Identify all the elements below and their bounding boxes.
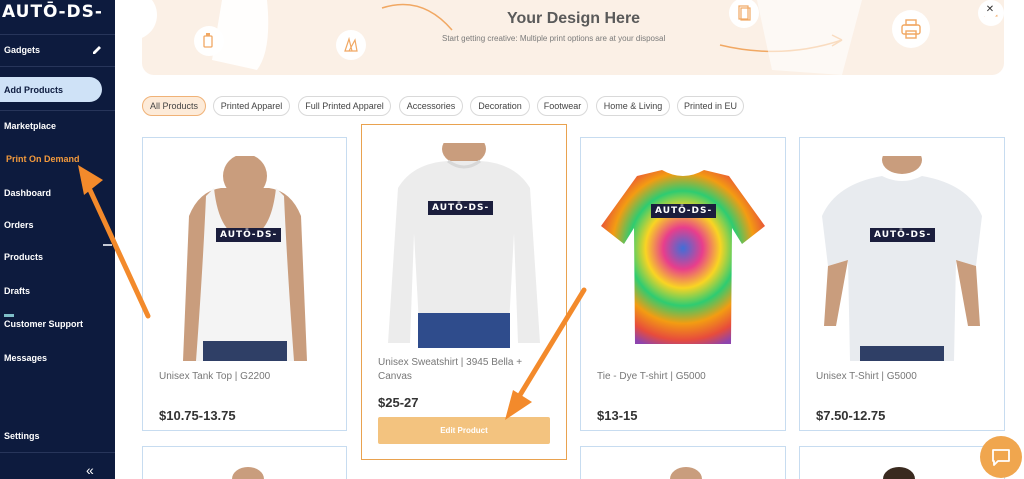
divider xyxy=(0,110,115,111)
filter-home-living[interactable]: Home & Living xyxy=(596,96,670,116)
product-name: Tie - Dye T-shirt | G5000 xyxy=(597,371,706,382)
product-card[interactable] xyxy=(580,446,786,479)
submenu-indicator xyxy=(103,244,112,246)
brand-print: AUTŌ-DS- xyxy=(651,204,717,218)
product-card-sweatshirt[interactable]: AUTŌ-DS- Unisex Sweatshirt | 3945 Bella … xyxy=(361,124,567,460)
sidebar: AUTŌ-DS- Gadgets Add Products Marketplac… xyxy=(0,0,115,479)
add-products-button[interactable]: Add Products xyxy=(0,77,102,102)
chat-icon xyxy=(992,449,1010,466)
mug-icon xyxy=(194,26,224,56)
divider xyxy=(0,66,115,67)
filter-full-printed-apparel[interactable]: Full Printed Apparel xyxy=(298,96,391,116)
product-name: Unisex Tank Top | G2200 xyxy=(159,371,271,382)
chat-button[interactable] xyxy=(980,436,1022,478)
banner-subtitle: Start getting creative: Multiple print o… xyxy=(442,34,666,43)
product-price: $10.75-13.75 xyxy=(159,408,236,423)
logo-text: AUTŌ-DS- xyxy=(2,2,103,22)
filter-printed-in-eu[interactable]: Printed in EU xyxy=(677,96,744,116)
store-name: Gadgets xyxy=(4,45,41,55)
sidebar-item-marketplace[interactable]: Marketplace xyxy=(0,118,115,134)
store-selector[interactable]: Gadgets xyxy=(0,38,115,62)
product-card[interactable] xyxy=(799,446,1005,479)
product-image: AUTŌ-DS- xyxy=(597,156,769,361)
filter-decoration[interactable]: Decoration xyxy=(470,96,530,116)
divider xyxy=(0,452,115,453)
banner-title: Your Design Here xyxy=(507,10,641,27)
sidebar-item-products[interactable]: Products xyxy=(0,249,115,265)
collapse-sidebar-button[interactable]: « xyxy=(86,462,94,478)
product-name: Unisex T-Shirt | G5000 xyxy=(816,371,917,382)
brand-print: AUTŌ-DS- xyxy=(870,228,936,242)
sidebar-item-print-on-demand[interactable]: Print On Demand xyxy=(0,151,115,167)
product-price: $25-27 xyxy=(378,395,419,410)
pencil-icon[interactable] xyxy=(92,45,102,55)
product-image xyxy=(670,467,702,479)
printer-icon xyxy=(892,10,930,48)
product-image: AUTŌ-DS- xyxy=(159,154,331,361)
product-card-tie-dye[interactable]: AUTŌ-DS- Tie - Dye T-shirt | G5000 $13-1… xyxy=(580,137,786,431)
app-logo[interactable]: AUTŌ-DS- xyxy=(2,0,103,24)
product-card-tank-top[interactable]: AUTŌ-DS- Unisex Tank Top | G2200 $10.75-… xyxy=(142,137,347,431)
product-price: $13-15 xyxy=(597,408,638,423)
product-image xyxy=(883,467,915,479)
product-image: AUTŌ-DS- xyxy=(378,133,550,348)
sidebar-item-messages[interactable]: Messages xyxy=(0,350,115,366)
divider xyxy=(0,34,115,35)
sidebar-item-settings[interactable]: Settings xyxy=(0,428,115,444)
filter-all-products[interactable]: All Products xyxy=(142,96,206,116)
swatch-icon xyxy=(336,30,366,60)
brand-print: AUTŌ-DS- xyxy=(428,201,494,215)
product-card[interactable] xyxy=(142,446,347,479)
product-image: AUTŌ-DS- xyxy=(816,146,988,361)
filter-footwear[interactable]: Footwear xyxy=(537,96,588,116)
product-image xyxy=(232,467,264,479)
sidebar-item-orders[interactable]: Orders xyxy=(0,217,115,233)
edit-product-button[interactable]: Edit Product xyxy=(378,417,550,444)
sidebar-item-drafts[interactable]: Drafts xyxy=(0,283,115,299)
filter-printed-apparel[interactable]: Printed Apparel xyxy=(213,96,290,116)
close-icon[interactable]: ✕ xyxy=(981,0,999,18)
product-card-tshirt[interactable]: AUTŌ-DS- Unisex T-Shirt | G5000 $7.50-12… xyxy=(799,137,1005,431)
product-price: $7.50-12.75 xyxy=(816,408,886,423)
brand-print: AUTŌ-DS- xyxy=(216,228,282,242)
design-banner: Your Design Here Start getting creative:… xyxy=(142,0,1004,75)
sidebar-item-customer-support[interactable]: Customer Support xyxy=(0,316,115,332)
product-name: Unisex Sweatshirt | 3945 Bella + Canvas xyxy=(378,357,523,382)
filter-accessories[interactable]: Accessories xyxy=(399,96,463,116)
sidebar-item-dashboard[interactable]: Dashboard xyxy=(0,185,115,201)
